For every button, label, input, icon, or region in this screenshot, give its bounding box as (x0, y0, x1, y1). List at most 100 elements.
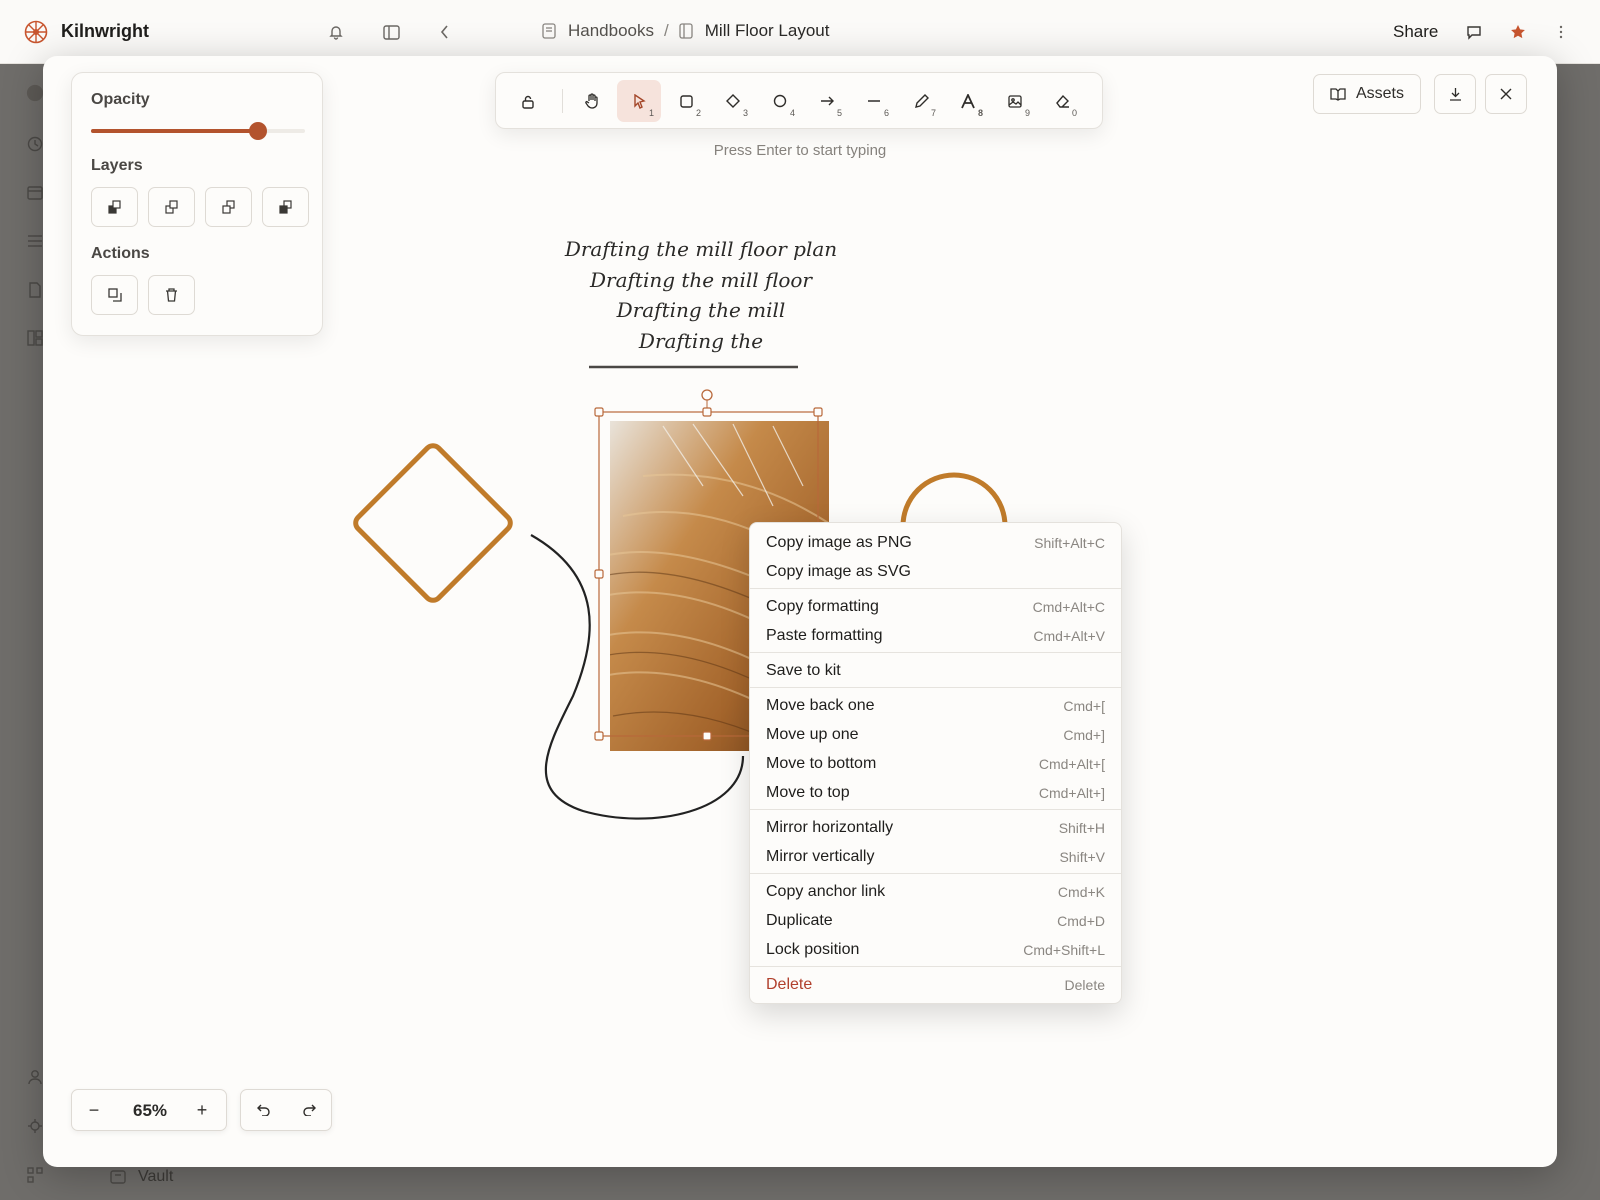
send-to-back-button[interactable] (91, 187, 138, 227)
zoom-in-button[interactable]: + (192, 1100, 212, 1120)
arc-shape[interactable] (900, 472, 1008, 527)
menu-separator (750, 687, 1121, 688)
tool-diamond[interactable]: 3 (711, 80, 755, 122)
assets-button[interactable]: Assets (1313, 74, 1421, 114)
menu-item-label: Duplicate (766, 911, 833, 929)
arrow-icon (820, 96, 834, 106)
menu-item-shortcut: Cmd+[ (1063, 697, 1105, 714)
handwritten-text[interactable]: Drafting the mill floor plan Drafting th… (543, 234, 859, 356)
menu-separator (750, 873, 1121, 874)
menu-item-move-back-one[interactable]: Move back one Cmd+[ (750, 691, 1121, 720)
user-icon[interactable] (26, 1068, 44, 1086)
duplicate-button[interactable] (91, 275, 138, 315)
menu-item-move-up-one[interactable]: Move up one Cmd+] (750, 720, 1121, 749)
menu-item-label: Mirror horizontally (766, 818, 894, 836)
text-line: Drafting the mill (616, 298, 786, 322)
bell-icon[interactable] (326, 22, 346, 42)
tool-ellipse[interactable]: 4 (758, 80, 802, 122)
tool-bar: 1 2 3 4 5 6 7 8 9 0 (495, 72, 1103, 129)
menu-item-copy-anchor-link[interactable]: Copy anchor link Cmd+K (750, 877, 1121, 906)
redo-button[interactable] (299, 1100, 319, 1120)
close-button[interactable] (1485, 74, 1527, 114)
breadcrumb-parent[interactable]: Handbooks (568, 21, 654, 41)
canvas-doc-icon (679, 23, 695, 39)
bring-forward-button[interactable] (205, 187, 252, 227)
zoom-controls: − 65% + (71, 1089, 227, 1131)
tool-hand[interactable] (570, 80, 614, 122)
bring-to-front-button[interactable] (262, 187, 309, 227)
tool-rectangle[interactable]: 2 (664, 80, 708, 122)
menu-item-shortcut: Cmd+Alt+V (1033, 627, 1105, 644)
breadcrumb-current[interactable]: Mill Floor Layout (705, 21, 830, 41)
diamond-icon (726, 94, 740, 108)
sidebar-item-vault[interactable]: Vault (110, 1168, 173, 1186)
download-button[interactable] (1434, 74, 1476, 114)
sidebar-toggle-icon[interactable] (381, 22, 401, 42)
menu-item-shortcut: Cmd+Alt+C (1032, 598, 1105, 615)
menu-item-copy-image-as-svg[interactable]: Copy image as SVG (750, 557, 1121, 586)
menu-item-label: Delete (766, 975, 813, 993)
tool-select[interactable]: 1 (617, 80, 661, 122)
file-icon[interactable] (26, 281, 44, 299)
grid-icon[interactable] (26, 329, 44, 347)
menu-item-shortcut: Shift+V (1059, 848, 1105, 865)
menu-separator (750, 588, 1121, 589)
menu-item-lock-position[interactable]: Lock position Cmd+Shift+L (750, 935, 1121, 964)
star-icon[interactable] (1508, 22, 1528, 42)
apps-icon[interactable] (26, 1166, 44, 1184)
opacity-slider-knob[interactable] (248, 122, 267, 140)
more-vertical-icon[interactable] (1551, 22, 1571, 42)
tool-pencil[interactable]: 7 (899, 80, 943, 122)
comment-icon[interactable] (1464, 22, 1484, 42)
card-icon[interactable] (26, 184, 44, 202)
tool-arrow[interactable]: 5 (805, 80, 849, 122)
app-title: Kilnwright (61, 21, 149, 41)
menu-separator (750, 652, 1121, 653)
tool-eraser[interactable]: 0 (1040, 80, 1084, 122)
share-button[interactable]: Share (1393, 22, 1438, 42)
clock-icon[interactable] (26, 135, 44, 153)
rotate-handle (701, 389, 713, 401)
menu-item-copy-formatting[interactable]: Copy formatting Cmd+Alt+C (750, 592, 1121, 621)
target-icon[interactable] (26, 1117, 44, 1135)
tool-shortcut: 8 (977, 108, 983, 118)
menu-item-move-to-top[interactable]: Move to top Cmd+Alt+] (750, 778, 1121, 807)
menu-item-move-to-bottom[interactable]: Move to bottom Cmd+Alt+[ (750, 749, 1121, 778)
menu-item-mirror-vertically[interactable]: Mirror vertically Shift+V (750, 842, 1121, 871)
tool-shortcut: 5 (836, 108, 842, 118)
opacity-slider[interactable] (91, 122, 305, 140)
menu-item-label: Copy formatting (766, 597, 879, 615)
tool-image[interactable]: 9 (993, 80, 1037, 122)
undo-icon (257, 1104, 270, 1116)
hand-icon (585, 93, 598, 109)
menu-item-label: Copy image as SVG (766, 562, 911, 580)
zoom-out-button[interactable]: − (84, 1100, 104, 1120)
menu-item-paste-formatting[interactable]: Paste formatting Cmd+Alt+V (750, 621, 1121, 650)
back-chevron-icon[interactable] (435, 22, 455, 42)
tool-text[interactable]: 8 (946, 80, 990, 122)
text-line: Drafting the mill floor plan (564, 237, 838, 261)
avatar[interactable] (26, 84, 44, 102)
send-backward-icon (164, 200, 178, 214)
zoom-level[interactable]: 65% (116, 1101, 184, 1121)
list-icon[interactable] (26, 232, 44, 250)
send-backward-button[interactable] (148, 187, 195, 227)
tool-lock[interactable] (506, 80, 550, 122)
menu-item-shortcut: Cmd+Alt+[ (1038, 755, 1105, 772)
menu-item-label: Copy anchor link (766, 882, 886, 900)
menu-item-mirror-horizontally[interactable]: Mirror horizontally Shift+H (750, 813, 1121, 842)
text-icon (961, 93, 975, 108)
tool-line[interactable]: 6 (852, 80, 896, 122)
menu-item-save-to-kit[interactable]: Save to kit (750, 656, 1121, 685)
delete-button[interactable] (148, 275, 195, 315)
menu-item-copy-image-as-png[interactable]: Copy image as PNG Shift+Alt+C (750, 528, 1121, 557)
menu-item-delete[interactable]: Delete Delete (750, 970, 1121, 999)
send-to-back-icon (107, 200, 121, 214)
typing-hint: Press Enter to start typing (713, 142, 887, 159)
menu-item-duplicate[interactable]: Duplicate Cmd+D (750, 906, 1121, 935)
app-logo-icon (24, 20, 48, 44)
diamond-shape[interactable] (352, 442, 513, 603)
properties-panel: Opacity Layers Actions (71, 72, 323, 336)
tool-shortcut: 6 (883, 108, 889, 118)
undo-button[interactable] (254, 1100, 274, 1120)
